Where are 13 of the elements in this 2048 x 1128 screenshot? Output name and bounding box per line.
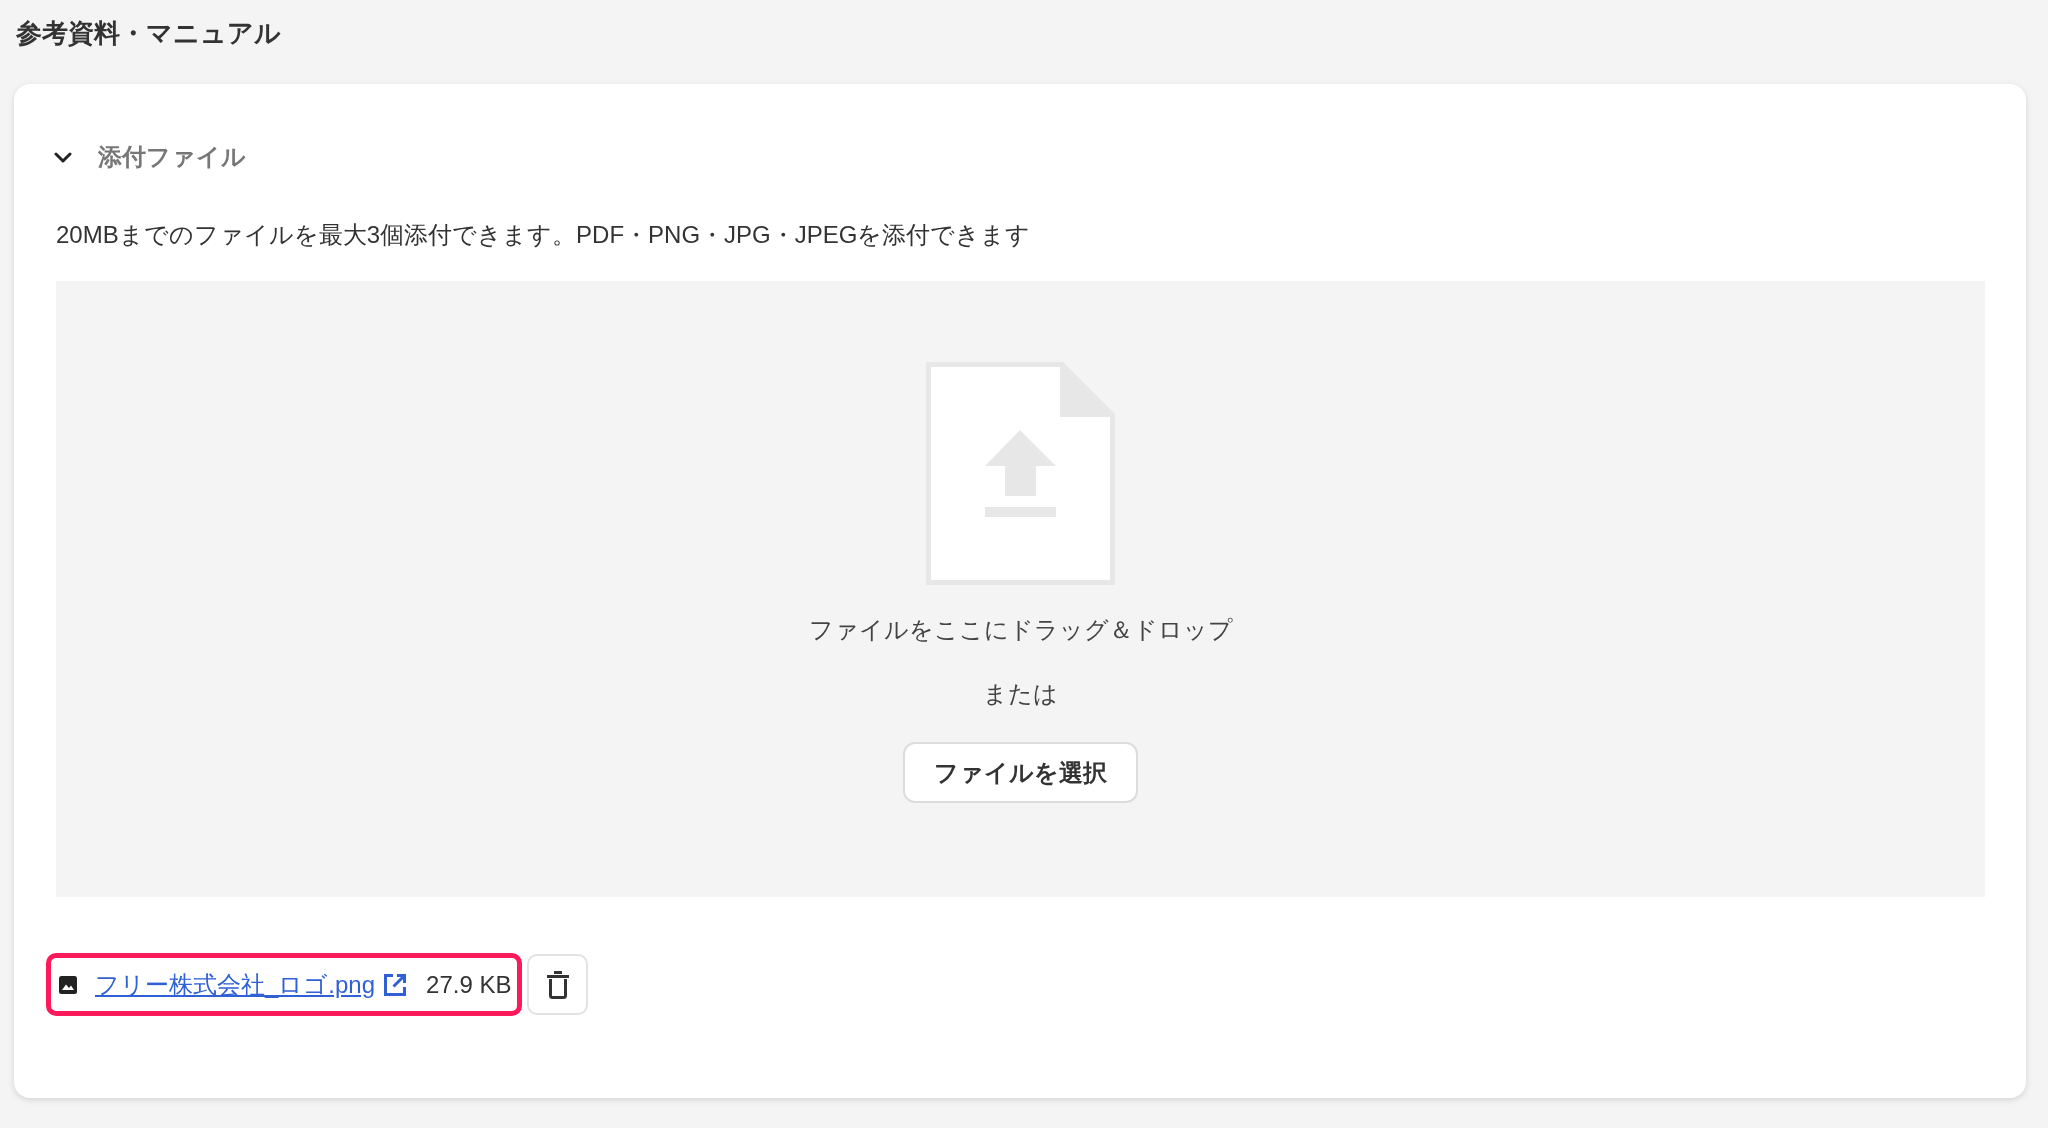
file-link[interactable]: フリー株式会社_ロゴ.png [95, 969, 376, 1000]
select-file-button[interactable]: ファイルを選択 [903, 742, 1138, 803]
section-header[interactable]: 添付ファイル [52, 140, 248, 174]
page-title: 参考資料・マニュアル [16, 17, 281, 50]
description-text: 20MBまでのファイルを最大3個添付できます。PDF・PNG・JPG・JPEGを添付できます [56, 220, 1031, 250]
file-size: 27.9 KB [426, 969, 512, 1000]
delete-button[interactable] [527, 954, 589, 1015]
or-text: または [983, 679, 1058, 709]
image-icon [59, 975, 77, 994]
file-upload-icon [926, 362, 1115, 585]
trash-icon [546, 970, 569, 999]
drop-prompt: ファイルをここにドラッグ＆ドロップ [808, 615, 1233, 645]
drop-zone[interactable]: ファイルをここにドラッグ＆ドロップ または ファイルを選択 [56, 281, 1985, 897]
